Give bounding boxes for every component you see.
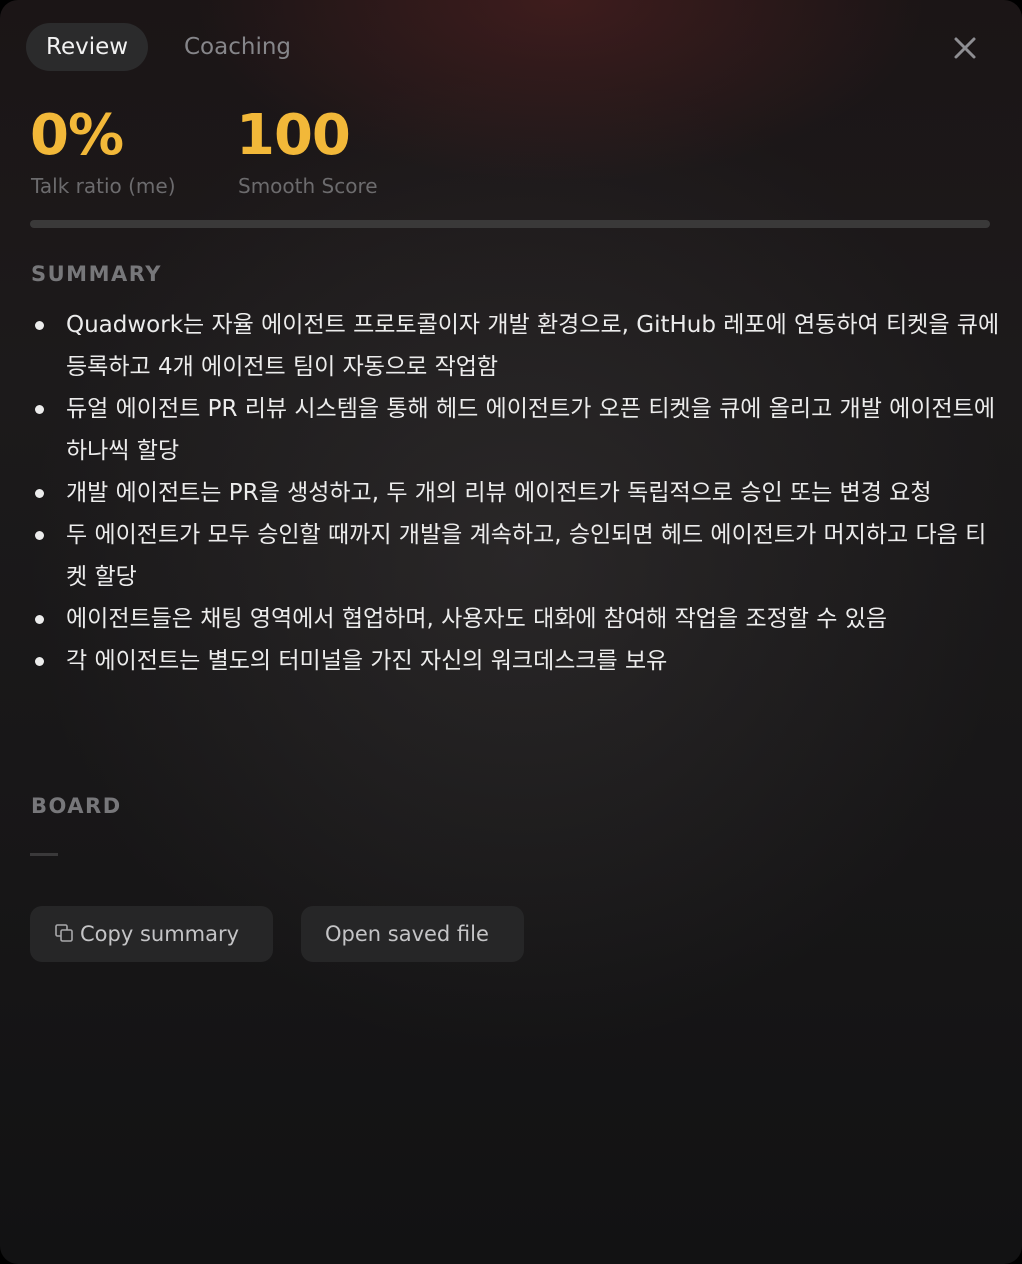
bullet-icon	[35, 615, 44, 624]
summary-heading: SUMMARY	[31, 262, 162, 286]
list-item: 듀얼 에이전트 PR 리뷰 시스템을 통해 헤드 에이전트가 오픈 티켓을 큐에…	[30, 388, 1002, 472]
copy-summary-label: Copy summary	[80, 922, 240, 946]
copy-icon	[55, 924, 73, 942]
summary-text: 두 에이전트가 모두 승인할 때까지 개발을 계속하고, 승인되면 헤드 에이전…	[66, 522, 987, 590]
talk-ratio-value: 0%	[30, 103, 124, 168]
bullet-icon	[35, 405, 44, 414]
talk-ratio-bar	[30, 220, 990, 228]
list-item: Quadwork는 자율 에이전트 프로토콜이자 개발 환경으로, GitHub…	[30, 304, 1002, 388]
smooth-score-value: 100	[236, 103, 351, 168]
list-item: 각 에이전트는 별도의 터미널을 가진 자신의 워크데스크를 보유	[30, 640, 1002, 682]
list-item: 에이전트들은 채팅 영역에서 협업하며, 사용자도 대화에 참여해 작업을 조정…	[30, 598, 1002, 640]
summary-list: Quadwork는 자율 에이전트 프로토콜이자 개발 환경으로, GitHub…	[30, 304, 1002, 682]
summary-text: 개발 에이전트는 PR을 생성하고, 두 개의 리뷰 에이전트가 독립적으로 승…	[66, 480, 932, 506]
summary-text: 각 에이전트는 별도의 터미널을 가진 자신의 워크데스크를 보유	[66, 648, 668, 674]
close-icon	[954, 37, 976, 59]
talk-ratio-label: Talk ratio (me)	[31, 174, 176, 198]
bullet-icon	[35, 531, 44, 540]
close-button[interactable]	[946, 29, 984, 67]
tab-review[interactable]: Review	[26, 23, 149, 71]
smooth-score-label: Smooth Score	[238, 174, 378, 198]
board-empty-dash	[30, 853, 58, 856]
bullet-icon	[35, 489, 44, 498]
tab-coaching[interactable]: Coaching	[164, 23, 311, 71]
review-panel: Review Coaching 0% Talk ratio (me) 100 S…	[0, 0, 1022, 1264]
bullet-icon	[35, 321, 44, 330]
bullet-icon	[35, 657, 44, 666]
copy-summary-button[interactable]: Copy summary	[30, 906, 273, 962]
list-item: 두 에이전트가 모두 승인할 때까지 개발을 계속하고, 승인되면 헤드 에이전…	[30, 514, 1002, 598]
board-heading: BOARD	[31, 794, 122, 818]
summary-text: Quadwork는 자율 에이전트 프로토콜이자 개발 환경으로, GitHub…	[66, 312, 1000, 380]
summary-text: 듀얼 에이전트 PR 리뷰 시스템을 통해 헤드 에이전트가 오픈 티켓을 큐에…	[66, 396, 995, 464]
summary-text: 에이전트들은 채팅 영역에서 협업하며, 사용자도 대화에 참여해 작업을 조정…	[66, 606, 888, 632]
list-item: 개발 에이전트는 PR을 생성하고, 두 개의 리뷰 에이전트가 독립적으로 승…	[30, 472, 1002, 514]
open-saved-file-button[interactable]: Open saved file	[301, 906, 524, 962]
